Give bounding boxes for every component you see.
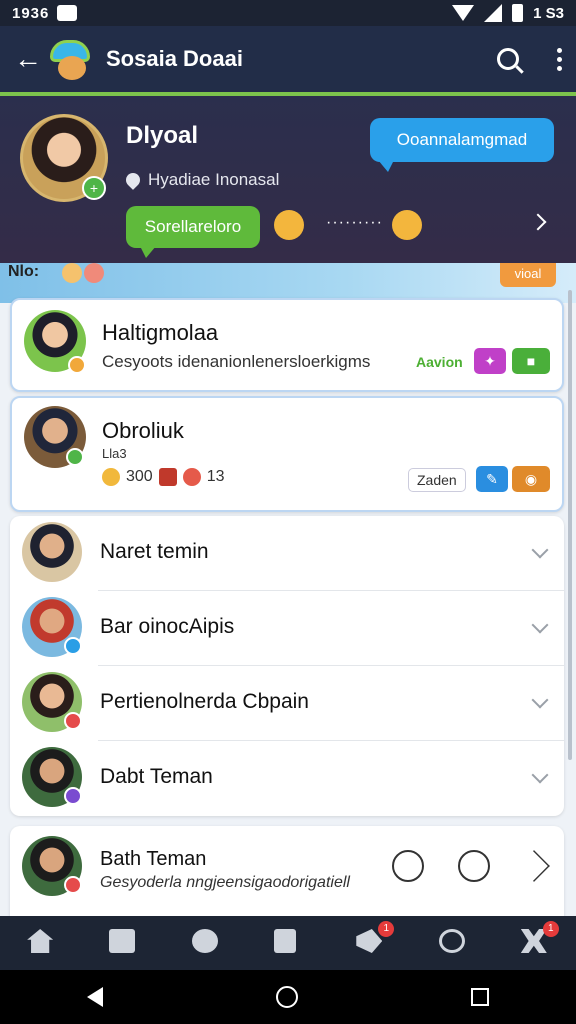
notification-badge: 1 bbox=[542, 921, 559, 937]
banner: Nlo: vioal bbox=[0, 263, 576, 303]
list-item[interactable]: Naret temin bbox=[10, 516, 564, 591]
emoji-icon[interactable] bbox=[191, 929, 220, 957]
list-item[interactable]: Dabt Teman bbox=[10, 741, 564, 816]
typing-indicator: ········· bbox=[326, 214, 383, 231]
clipboard-icon[interactable] bbox=[273, 929, 302, 957]
banner-tag[interactable]: vioal bbox=[500, 263, 556, 287]
system-nav bbox=[0, 970, 576, 1024]
profile-header: + Dlyoal Hyadiae Inonasal Ooannalamgmad … bbox=[0, 96, 576, 263]
avatar bbox=[22, 522, 82, 582]
post-card[interactable]: Bath Teman Gesyoderla nngjeensigaodoriga… bbox=[10, 826, 564, 926]
chevron-down-icon[interactable] bbox=[531, 691, 549, 709]
banner-label: Nlo: bbox=[8, 263, 40, 280]
emoji-icon bbox=[84, 263, 104, 283]
location-pin-icon bbox=[123, 170, 143, 190]
status-badge bbox=[68, 356, 86, 374]
status-badge bbox=[64, 787, 82, 805]
list-item-label: Pertienolnerda Cbpain bbox=[100, 690, 309, 713]
search-icon[interactable] bbox=[438, 929, 467, 957]
fire-icon bbox=[182, 468, 201, 486]
system-recent-icon[interactable] bbox=[471, 988, 490, 1006]
online-badge: + bbox=[82, 176, 106, 200]
camera-button[interactable]: ◉ bbox=[512, 466, 550, 492]
megaphone-icon[interactable]: 1 bbox=[356, 921, 395, 957]
search-icon[interactable] bbox=[392, 850, 424, 882]
notification-badge: 1 bbox=[378, 921, 395, 937]
cat-emoji-icon bbox=[274, 210, 304, 240]
status-badge bbox=[64, 876, 82, 894]
status-time: 1936 bbox=[12, 4, 50, 22]
emoji-icon bbox=[62, 263, 82, 283]
home-icon[interactable] bbox=[27, 929, 55, 957]
status-badge bbox=[64, 637, 82, 655]
back-button[interactable]: ← bbox=[14, 45, 42, 73]
scrollbar[interactable] bbox=[568, 290, 572, 760]
chevron-down-icon[interactable] bbox=[531, 541, 549, 559]
chevron-right-icon[interactable] bbox=[529, 213, 547, 231]
coin-icon bbox=[102, 468, 120, 486]
stat-value: 13 bbox=[206, 468, 225, 485]
battery-icon bbox=[512, 4, 524, 22]
chat-bubble-green[interactable]: Sorellareloro bbox=[126, 206, 260, 258]
battery-text: 1 S3 bbox=[533, 4, 564, 22]
status-bar: 1936 1 S3 bbox=[0, 0, 576, 26]
list-item-label: Dabt Teman bbox=[100, 765, 213, 788]
search-icon[interactable] bbox=[497, 48, 519, 70]
card-label: Aavion bbox=[416, 354, 463, 370]
gallery-icon[interactable] bbox=[109, 929, 137, 957]
chat-button[interactable]: ■ bbox=[512, 348, 550, 374]
tools-button[interactable]: ✦ bbox=[474, 348, 506, 374]
more-vertical-icon[interactable] bbox=[557, 47, 562, 71]
notification-icon bbox=[57, 5, 78, 21]
card-title: Obroliuk bbox=[102, 418, 184, 443]
list-item[interactable]: Pertienolnerda Cbpain bbox=[10, 666, 564, 741]
card-title: Bath Teman bbox=[100, 848, 207, 870]
profile-name: Dlyoal bbox=[126, 122, 199, 149]
chevron-down-icon[interactable] bbox=[531, 766, 549, 784]
profile-subtitle: Hyadiae Inonasal bbox=[148, 170, 280, 189]
app-logo bbox=[44, 36, 96, 82]
stat-value: 300 bbox=[126, 468, 153, 485]
system-back-icon[interactable] bbox=[86, 987, 103, 1007]
heart-icon[interactable] bbox=[458, 850, 490, 882]
app-bar-actions bbox=[497, 47, 562, 71]
card-title: Haltigmolaa bbox=[102, 320, 219, 345]
gift-icon bbox=[158, 468, 177, 486]
list-item[interactable]: Bar oinocAipis bbox=[10, 591, 564, 666]
card-subtitle: Cesyoots idenanionlenersloerkigms bbox=[102, 352, 371, 371]
app-bar: ← Sosaia Doaai bbox=[0, 26, 576, 92]
contact-card[interactable]: Haltigmolaa Cesyoots idenanionlenersloer… bbox=[10, 298, 564, 392]
system-home-icon[interactable] bbox=[275, 986, 298, 1008]
wifi-icon bbox=[452, 5, 475, 21]
status-badge bbox=[66, 448, 84, 466]
list-item-label: Naret temin bbox=[100, 540, 209, 563]
bottom-nav: 1 1 bbox=[0, 916, 576, 970]
status-badge bbox=[64, 712, 82, 730]
card-subtitle: Lla3 bbox=[102, 446, 127, 461]
share-icon[interactable] bbox=[518, 850, 550, 882]
chat-bubble-blue[interactable]: Ooannalamgmad bbox=[370, 118, 554, 172]
signal-icon bbox=[484, 4, 503, 22]
contact-card[interactable]: Obroliuk Lla3 300 13 Zaden ✎ ◉ bbox=[10, 396, 564, 512]
stats-row: 300 13 bbox=[102, 468, 225, 486]
network-icon[interactable]: 1 bbox=[520, 921, 559, 957]
card-label: Zaden bbox=[408, 468, 466, 492]
contact-list: Naret temin Bar oinocAipis Pertienolnerd… bbox=[10, 516, 564, 816]
card-subtitle: Gesyoderla nngjeensigaodorigatiell bbox=[100, 874, 350, 891]
list-item-label: Bar oinocAipis bbox=[100, 615, 235, 638]
edit-button[interactable]: ✎ bbox=[476, 466, 508, 492]
smile-emoji-icon bbox=[392, 210, 422, 240]
chevron-down-icon[interactable] bbox=[531, 616, 549, 634]
app-title: Sosaia Doaai bbox=[106, 46, 243, 71]
profile-location: Hyadiae Inonasal bbox=[123, 170, 280, 190]
status-right: 1 S3 bbox=[452, 4, 564, 22]
